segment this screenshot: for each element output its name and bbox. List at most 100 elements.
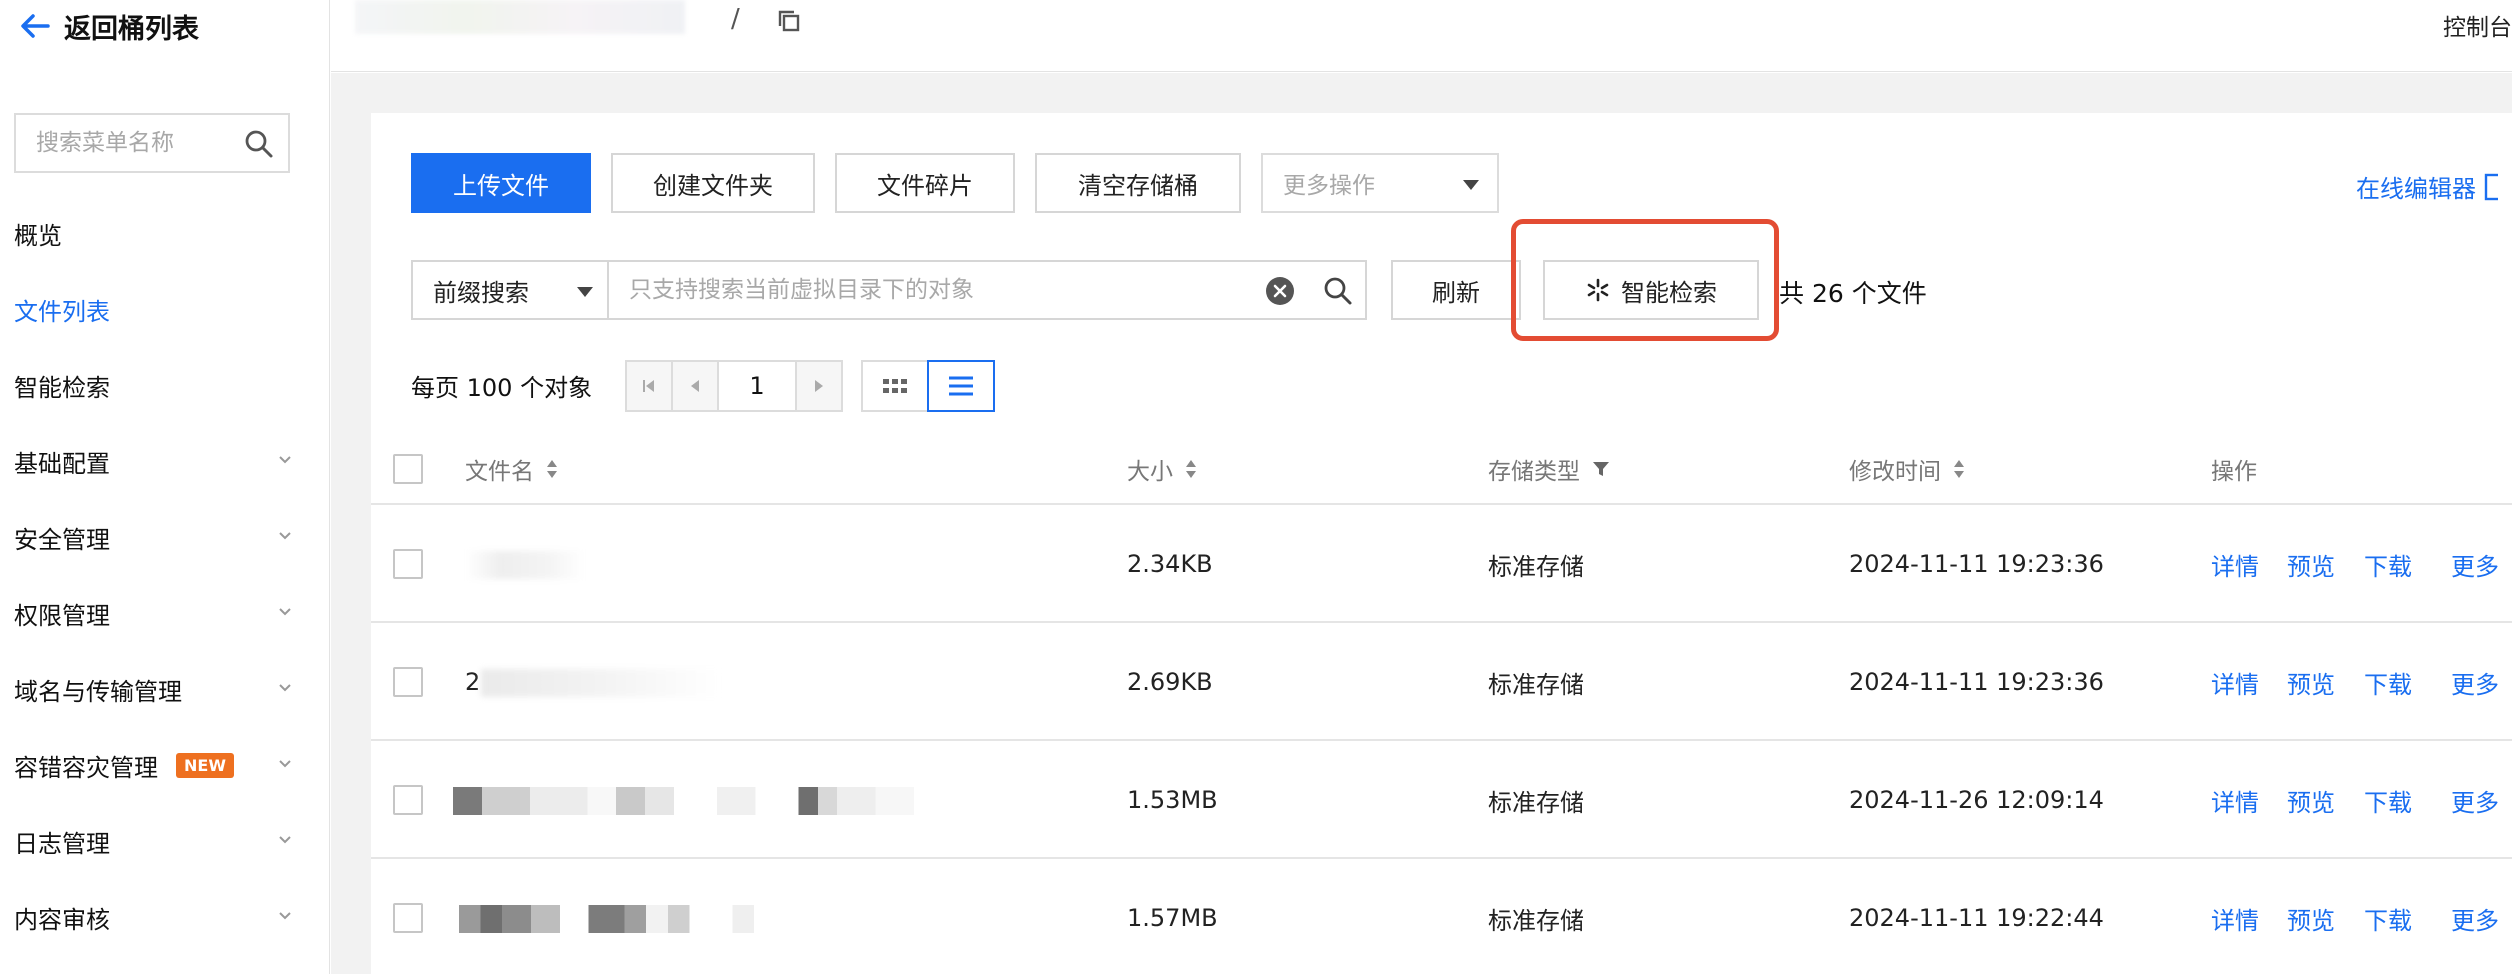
breadcrumb-separator: / <box>731 4 740 34</box>
clear-icon[interactable] <box>1265 276 1295 306</box>
list-icon <box>949 376 973 396</box>
detail-link[interactable]: 详情 <box>2211 623 2259 741</box>
current-page[interactable]: 1 <box>717 360 797 412</box>
chevron-down-icon <box>279 912 291 920</box>
create-folder-button[interactable]: 创建文件夹 <box>611 153 815 213</box>
storage-type: 标准存储 <box>1488 552 1584 581</box>
preview-link[interactable]: 预览 <box>2287 859 2335 974</box>
more-link[interactable]: 更多 <box>2451 859 2499 974</box>
sidebar-item-security[interactable]: 安全管理 <box>0 499 330 575</box>
column-header-storage-type[interactable]: 存储类型 <box>1488 433 1610 505</box>
filter-icon[interactable] <box>1592 460 1610 478</box>
sidebar-item-domain-transfer[interactable]: 域名与传输管理 <box>0 651 330 727</box>
sidebar-item-logs[interactable]: 日志管理 <box>0 803 330 879</box>
copy-icon[interactable] <box>776 8 802 34</box>
detail-link[interactable]: 详情 <box>2211 741 2259 859</box>
file-name-redacted <box>481 669 721 697</box>
first-page-icon <box>643 380 654 392</box>
next-page-button[interactable] <box>795 360 843 412</box>
storage-type: 标准存储 <box>1488 670 1584 699</box>
sidebar-item-smart-search[interactable]: 智能检索 <box>0 347 330 423</box>
new-badge: NEW <box>176 752 234 778</box>
highlight-box <box>1511 219 1779 341</box>
list-view-toggle[interactable] <box>927 360 995 412</box>
sidebar-item-label: 内容审核 <box>14 905 110 934</box>
row-checkbox[interactable] <box>393 667 423 697</box>
sidebar-item-label: 文件列表 <box>14 297 110 326</box>
table-row[interactable]: 2 2.69KB 标准存储 2024-11-11 19:23:36 详情 预览 … <box>371 623 2512 741</box>
column-header-name-label: 文件名 <box>465 459 534 485</box>
download-link[interactable]: 下载 <box>2364 859 2412 974</box>
file-size: 2.34KB <box>1127 550 1213 578</box>
download-link[interactable]: 下载 <box>2364 505 2412 623</box>
file-list-panel: 上传文件 创建文件夹 文件碎片 清空存储桶 更多操作 在线编辑器 前缀搜索 只支… <box>371 113 2512 974</box>
search-icon[interactable] <box>244 129 274 159</box>
sidebar-item-label: 安全管理 <box>14 525 110 554</box>
search-mode-select[interactable]: 前缀搜索 <box>411 260 609 320</box>
sidebar-item-permissions[interactable]: 权限管理 <box>0 575 330 651</box>
first-page-button[interactable] <box>625 360 673 412</box>
sort-icon <box>1186 460 1196 478</box>
sidebar-item-content-audit[interactable]: 内容审核 <box>0 879 330 955</box>
table-row[interactable]: 1.53MB 标准存储 2024-11-26 12:09:14 详情 预览 下载… <box>371 741 2512 859</box>
modified-time: 2024-11-26 12:09:14 <box>1849 786 2104 814</box>
sidebar-item-disaster-recovery[interactable]: 容错容灾管理 NEW <box>0 727 330 803</box>
online-editor-link[interactable]: 在线编辑器 <box>2356 169 2498 204</box>
per-page-label: 每页 100 个对象 <box>411 374 593 402</box>
preview-link[interactable]: 预览 <box>2287 623 2335 741</box>
table-row[interactable]: 1.57MB 标准存储 2024-11-11 19:22:44 详情 预览 下载… <box>371 859 2512 974</box>
back-to-bucket-list[interactable]: 返回桶列表 <box>18 6 199 46</box>
download-link[interactable]: 下载 <box>2364 741 2412 859</box>
column-header-actions-label: 操作 <box>2211 459 2257 485</box>
sidebar-item-label: 概览 <box>14 221 62 250</box>
more-link[interactable]: 更多 <box>2451 741 2499 859</box>
column-header-size[interactable]: 大小 <box>1127 433 1197 505</box>
prev-page-button[interactable] <box>671 360 719 412</box>
sidebar-item-label: 日志管理 <box>14 829 110 858</box>
column-header-name[interactable]: 文件名 <box>465 433 558 505</box>
total-file-count: 共 26 个文件 <box>1779 279 1927 308</box>
main-area: 上传文件 创建文件夹 文件碎片 清空存储桶 更多操作 在线编辑器 前缀搜索 只支… <box>331 73 2512 974</box>
search-icon[interactable] <box>1323 276 1353 306</box>
sidebar-item-file-list[interactable]: 文件列表 <box>0 271 330 347</box>
online-editor-label: 在线编辑器 <box>2356 175 2476 203</box>
table-row[interactable]: 2.34KB 标准存储 2024-11-11 19:23:36 详情 预览 下载… <box>371 505 2512 623</box>
select-all-checkbox[interactable] <box>393 454 423 484</box>
sidebar-item-label: 容错容灾管理 <box>14 753 158 782</box>
download-link[interactable]: 下载 <box>2364 623 2412 741</box>
row-checkbox[interactable] <box>393 549 423 579</box>
clear-bucket-button[interactable]: 清空存储桶 <box>1035 153 1241 213</box>
search-mode-label: 前缀搜索 <box>433 278 529 307</box>
grid-view-toggle[interactable] <box>861 360 929 412</box>
modified-time: 2024-11-11 19:23:36 <box>1849 550 2104 578</box>
file-name[interactable]: 2 <box>465 623 480 741</box>
sidebar-item-label: 基础配置 <box>14 449 110 478</box>
preview-link[interactable]: 预览 <box>2287 505 2335 623</box>
row-checkbox[interactable] <box>393 785 423 815</box>
detail-link[interactable]: 详情 <box>2211 859 2259 974</box>
more-link[interactable]: 更多 <box>2451 505 2499 623</box>
more-link[interactable]: 更多 <box>2451 623 2499 741</box>
storage-type: 标准存储 <box>1488 788 1584 817</box>
more-actions-dropdown[interactable]: 更多操作 <box>1261 153 1499 213</box>
object-search-input[interactable] <box>629 277 1229 303</box>
refresh-button[interactable]: 刷新 <box>1391 260 1521 320</box>
file-size: 1.53MB <box>1127 786 1218 814</box>
detail-link[interactable]: 详情 <box>2211 505 2259 623</box>
upload-file-button[interactable]: 上传文件 <box>411 153 591 213</box>
column-header-modified[interactable]: 修改时间 <box>1849 433 1965 505</box>
pagination: 1 <box>625 360 843 412</box>
chevron-down-icon <box>279 608 291 616</box>
preview-link[interactable]: 预览 <box>2287 741 2335 859</box>
sidebar-item-overview[interactable]: 概览 <box>0 195 330 271</box>
sidebar-item-basic-config[interactable]: 基础配置 <box>0 423 330 499</box>
row-checkbox[interactable] <box>393 903 423 933</box>
chevron-down-icon <box>279 760 291 768</box>
menu-search-input[interactable] <box>36 130 236 156</box>
chevron-down-icon <box>279 836 291 844</box>
file-fragments-button[interactable]: 文件碎片 <box>835 153 1015 213</box>
file-name-redacted <box>459 905 819 933</box>
console-link[interactable]: 控制台 <box>2443 8 2512 42</box>
storage-type: 标准存储 <box>1488 906 1584 935</box>
sidebar-item-label: 权限管理 <box>14 601 110 630</box>
